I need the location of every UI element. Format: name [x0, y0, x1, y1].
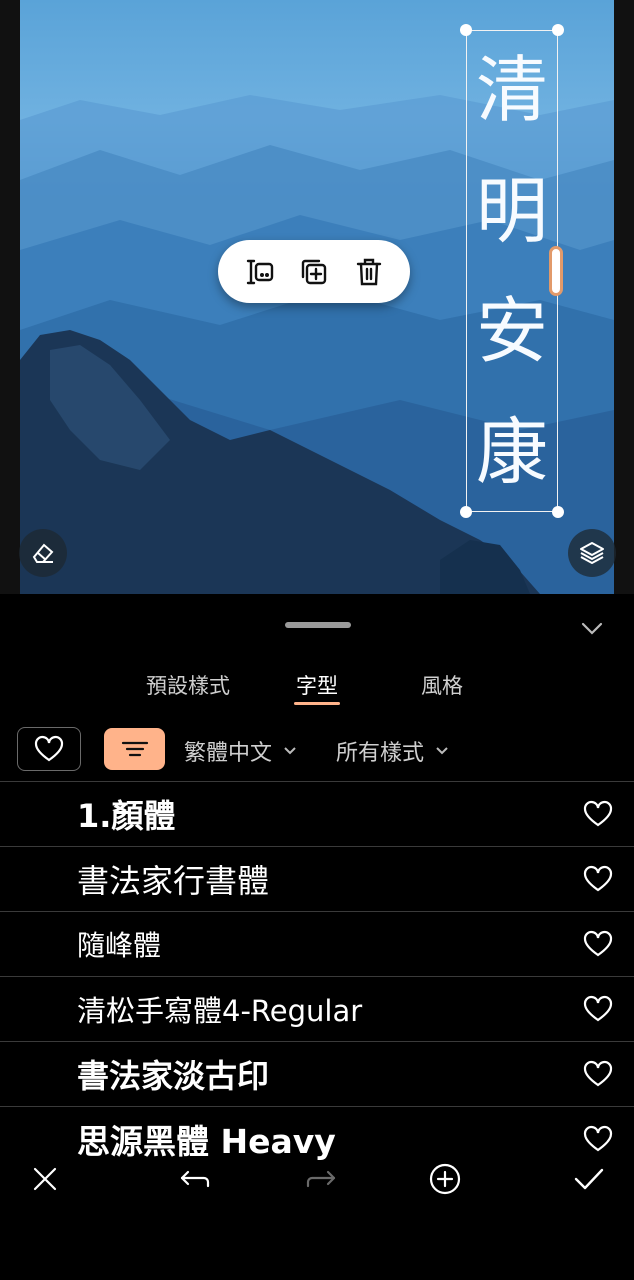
- heart-icon: [34, 735, 64, 762]
- layers-icon: [580, 542, 604, 564]
- layers-button[interactable]: [568, 529, 616, 577]
- style-dropdown-label: 所有樣式: [336, 741, 425, 766]
- add-button[interactable]: [428, 1162, 462, 1196]
- heart-icon[interactable]: [582, 1058, 614, 1090]
- vertical-char: 安: [475, 289, 548, 374]
- chevron-down-icon: [436, 747, 448, 755]
- duplicate-icon[interactable]: [296, 254, 332, 290]
- trash-icon[interactable]: [351, 254, 387, 290]
- check-icon: [574, 1168, 604, 1190]
- chevron-down-icon: [284, 747, 296, 755]
- language-dropdown[interactable]: 繁體中文: [184, 735, 298, 767]
- font-row[interactable]: 隨峰體: [0, 911, 634, 976]
- vertical-char: 康: [475, 409, 548, 494]
- heart-icon[interactable]: [582, 993, 614, 1025]
- heart-icon[interactable]: [582, 1123, 614, 1155]
- heart-icon[interactable]: [582, 928, 614, 960]
- confirm-button[interactable]: [572, 1162, 606, 1196]
- bottom-toolbar: [0, 1154, 634, 1204]
- tab-styles[interactable]: 風格: [421, 670, 463, 700]
- vertical-char: 清: [475, 48, 548, 133]
- add-circle-icon: [429, 1163, 461, 1195]
- language-dropdown-label: 繁體中文: [184, 741, 273, 766]
- close-button[interactable]: [28, 1162, 62, 1196]
- style-dropdown[interactable]: 所有樣式: [336, 735, 450, 767]
- text-action-popup: [218, 240, 410, 303]
- font-name: 清松手寫體4-Regular: [77, 994, 363, 1028]
- active-tab-indicator: [294, 702, 340, 705]
- chevron-down-icon[interactable]: [578, 614, 606, 642]
- font-name: 1.顏體: [77, 797, 176, 835]
- font-name: 隨峰體: [77, 929, 162, 962]
- font-row[interactable]: 清松手寫體4-Regular: [0, 976, 634, 1041]
- eraser-button[interactable]: [19, 529, 67, 577]
- font-name: 書法家淡古印: [77, 1057, 270, 1095]
- sort-filter-button[interactable]: [104, 728, 165, 770]
- font-row[interactable]: 1.顏體: [0, 781, 634, 846]
- sheet-drag-handle[interactable]: [285, 622, 351, 628]
- undo-icon: [180, 1170, 210, 1188]
- redo-icon: [306, 1170, 336, 1188]
- redo-button[interactable]: [304, 1162, 338, 1196]
- tab-fonts[interactable]: 字型: [296, 670, 338, 700]
- heart-icon[interactable]: [582, 798, 614, 830]
- undo-button[interactable]: [178, 1162, 212, 1196]
- font-name: 書法家行書體: [77, 862, 270, 900]
- vertical-text-layer[interactable]: 清 明 安 康: [466, 30, 558, 512]
- filter-lines-icon: [121, 741, 148, 757]
- font-row[interactable]: 書法家淡古印: [0, 1041, 634, 1106]
- font-list: 1.顏體 書法家行書體 隨峰體 清松手寫體4-Regular 書法家淡古印 思源…: [0, 781, 634, 1171]
- eraser-icon: [32, 543, 54, 563]
- font-row[interactable]: 書法家行書體: [0, 846, 634, 911]
- text-edit-icon[interactable]: [241, 254, 277, 290]
- close-icon: [33, 1167, 57, 1191]
- favorites-filter-button[interactable]: [17, 727, 81, 771]
- canvas-frame-right: [614, 0, 634, 594]
- heart-icon[interactable]: [582, 863, 614, 895]
- tab-presets[interactable]: 預設樣式: [146, 670, 230, 700]
- canvas-frame-left: [0, 0, 20, 594]
- vertical-char: 明: [475, 168, 548, 253]
- font-bottom-sheet: 預設樣式 字型 風格 繁體中文 所有樣式 1.顏體 書法家行書體 隨峰體 清松手…: [0, 594, 634, 1280]
